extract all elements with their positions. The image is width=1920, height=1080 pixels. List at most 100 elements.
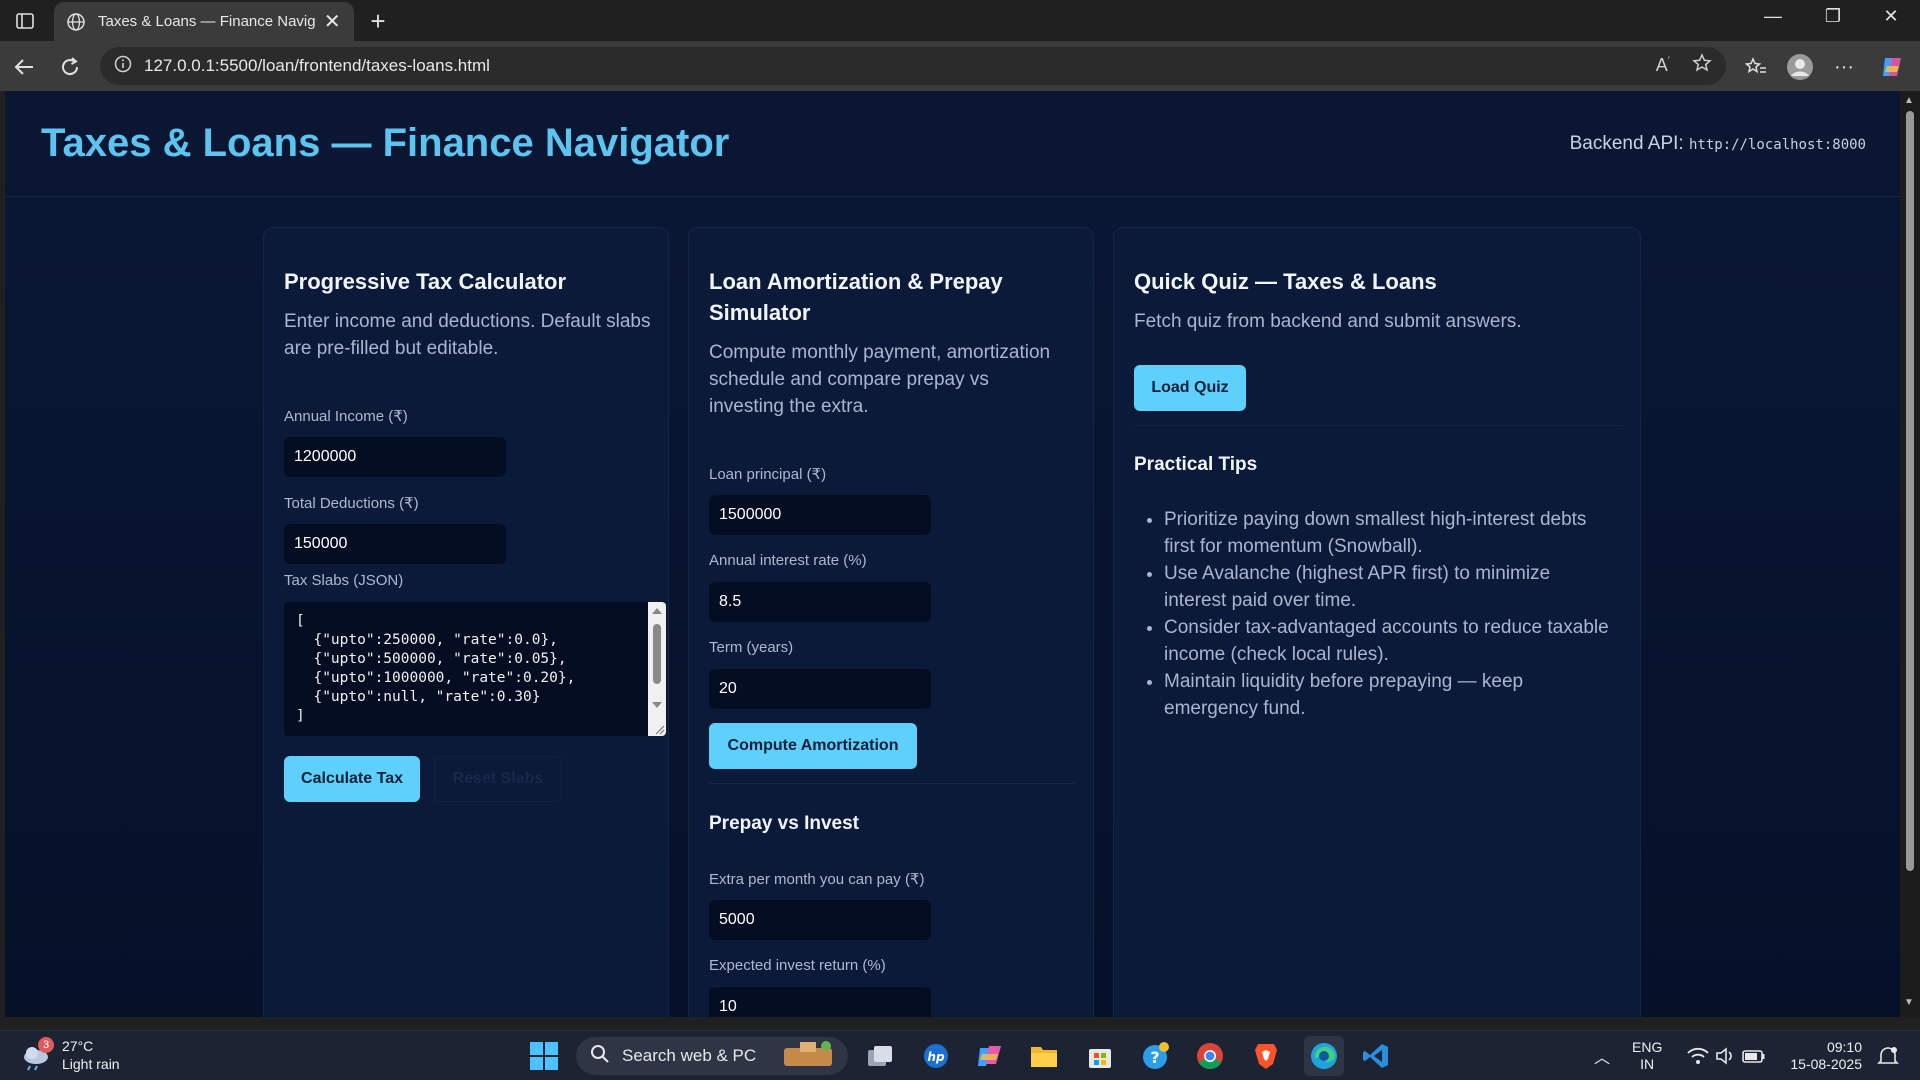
tip-item: Consider tax-advantaged accounts to redu… xyxy=(1164,614,1614,668)
restore-icon[interactable]: ❐ xyxy=(1808,6,1858,27)
load-quiz-button[interactable]: Load Quiz xyxy=(1134,365,1246,411)
taskbar-search[interactable]: Search web & PC xyxy=(576,1037,848,1075)
browser-toolbar: 127.0.0.1:5500/loan/frontend/taxes-loans… xyxy=(0,41,1920,91)
hp-app-icon[interactable]: hp xyxy=(920,1040,952,1072)
brave-browser-icon[interactable] xyxy=(1250,1040,1282,1072)
notification-icon[interactable] xyxy=(1872,1040,1904,1072)
deductions-label: Total Deductions (₹) xyxy=(284,495,419,512)
page-header: Taxes & Loans — Finance Navigator Backen… xyxy=(5,91,1900,197)
loan-simulator-card: Loan Amortization & Prepay Simulator Com… xyxy=(688,227,1094,1017)
refresh-icon[interactable] xyxy=(54,51,86,83)
task-view-icon[interactable] xyxy=(864,1040,896,1072)
copilot-icon[interactable] xyxy=(1876,51,1908,83)
temperature: 27°C xyxy=(62,1038,94,1054)
quiz-card-description: Fetch quiz from backend and submit answe… xyxy=(1134,311,1522,332)
deductions-input[interactable]: 150000 xyxy=(284,524,506,564)
edge-browser-icon[interactable] xyxy=(1304,1036,1344,1076)
invest-return-input[interactable]: 10 xyxy=(709,987,931,1017)
tip-item: Prioritize paying down smallest high-int… xyxy=(1164,506,1614,560)
tax-calculator-card: Progressive Tax Calculator Enter income … xyxy=(263,227,669,1017)
microsoft-store-icon[interactable] xyxy=(1084,1040,1116,1072)
back-icon[interactable] xyxy=(8,51,40,83)
quiz-card-heading: Quick Quiz — Taxes & Loans xyxy=(1134,269,1437,294)
tips-list: Prioritize paying down smallest high-int… xyxy=(1114,506,1614,722)
loan-card-heading: Loan Amortization & Prepay Simulator xyxy=(709,269,1003,325)
extra-payment-label: Extra per month you can pay (₹) xyxy=(709,871,925,888)
info-icon[interactable] xyxy=(114,55,132,78)
search-highlight-icon xyxy=(782,1040,834,1073)
browser-tab-active[interactable]: Taxes & Loans — Finance Navigat ✕ xyxy=(54,2,354,41)
page-title: Taxes & Loans — Finance Navigator xyxy=(41,121,730,165)
slabs-label: Tax Slabs (JSON) xyxy=(284,572,404,589)
favorites-icon[interactable] xyxy=(1740,51,1772,83)
windows-taskbar: 3 27°C Light rain Search web & PC hp ? ︿… xyxy=(0,1030,1920,1080)
search-placeholder: Search web & PC xyxy=(622,1046,757,1065)
principal-label: Loan principal (₹) xyxy=(709,466,827,483)
clock[interactable]: 09:10 15-08-2025 xyxy=(1786,1039,1862,1073)
page-scrollbar[interactable]: ▲ ▼ xyxy=(1900,91,1920,1017)
reset-slabs-button[interactable]: Reset Slabs xyxy=(434,756,562,802)
help-app-icon[interactable]: ? xyxy=(1140,1040,1172,1072)
loan-card-description: Compute monthly payment, amortization sc… xyxy=(709,342,1051,417)
chevron-up-icon[interactable]: ︿ xyxy=(1586,1040,1618,1072)
quiz-card: Quick Quiz — Taxes & Loans Fetch quiz fr… xyxy=(1113,227,1641,1017)
file-explorer-icon[interactable] xyxy=(1028,1040,1060,1072)
weather-condition: Light rain xyxy=(62,1056,120,1072)
chrome-icon[interactable] xyxy=(1194,1040,1226,1072)
search-icon xyxy=(590,1044,610,1069)
slabs-scrollbar[interactable] xyxy=(648,602,666,736)
tips-heading: Practical Tips xyxy=(1134,454,1258,475)
clock-date: 15-08-2025 xyxy=(1790,1056,1862,1072)
backend-url: http://localhost:8000 xyxy=(1688,137,1866,153)
more-options-icon[interactable]: ··· xyxy=(1828,51,1860,83)
rain-cloud-icon: 3 xyxy=(20,1037,54,1071)
language-code: ENG xyxy=(1632,1039,1663,1055)
prepay-heading: Prepay vs Invest xyxy=(709,813,859,834)
browser-tab-strip: Taxes & Loans — Finance Navigat ✕ + — ❐ … xyxy=(0,0,1920,41)
extra-payment-input[interactable]: 5000 xyxy=(709,900,931,940)
backend-label: Backend API: xyxy=(1569,133,1684,154)
weather-widget[interactable]: 3 27°C Light rain xyxy=(20,1037,120,1073)
section-divider xyxy=(1134,425,1622,426)
new-tab-icon[interactable]: + xyxy=(364,6,392,37)
region-code: IN xyxy=(1640,1056,1655,1072)
tax-card-heading: Progressive Tax Calculator xyxy=(284,269,567,294)
scroll-down-icon[interactable]: ▼ xyxy=(1904,997,1914,1008)
profile-avatar-icon[interactable] xyxy=(1784,51,1816,83)
tab-actions-icon[interactable] xyxy=(10,8,40,34)
backend-info: Backend API: http://localhost:8000 xyxy=(1570,133,1866,155)
battery-icon[interactable] xyxy=(1738,1040,1770,1072)
invest-return-label: Expected invest return (%) xyxy=(709,957,886,974)
language-indicator[interactable]: ENG IN xyxy=(1632,1039,1662,1073)
minimize-icon[interactable]: — xyxy=(1748,6,1798,27)
interest-rate-input[interactable]: 8.5 xyxy=(709,582,931,622)
term-input[interactable]: 20 xyxy=(709,669,931,709)
start-windows-icon[interactable] xyxy=(528,1040,560,1072)
slabs-textarea[interactable]: [ {"upto":250000, "rate":0.0}, {"upto":5… xyxy=(284,602,666,736)
close-tab-icon[interactable]: ✕ xyxy=(323,9,343,34)
calculate-tax-button[interactable]: Calculate Tax xyxy=(284,756,420,802)
scrollbar-thumb[interactable] xyxy=(1906,111,1914,871)
read-aloud-icon[interactable]: Aʼ xyxy=(1656,55,1670,76)
principal-input[interactable]: 1500000 xyxy=(709,495,931,535)
section-divider xyxy=(709,783,1075,784)
clock-time: 09:10 xyxy=(1826,1039,1862,1055)
tax-card-description: Enter income and deductions. Default sla… xyxy=(284,311,651,359)
svg-text:?: ? xyxy=(1150,1048,1159,1067)
address-bar[interactable]: 127.0.0.1:5500/loan/frontend/taxes-loans… xyxy=(100,47,1726,85)
scroll-up-icon[interactable]: ▲ xyxy=(1904,95,1914,106)
svg-text:hp: hp xyxy=(927,1050,945,1064)
term-label: Term (years) xyxy=(709,639,794,656)
close-window-icon[interactable]: ✕ xyxy=(1866,6,1916,27)
compute-amortization-button[interactable]: Compute Amortization xyxy=(709,723,917,769)
copilot-app-icon[interactable] xyxy=(974,1040,1006,1072)
income-label: Annual Income (₹) xyxy=(284,408,408,425)
url-text[interactable]: 127.0.0.1:5500/loan/frontend/taxes-loans… xyxy=(144,56,490,76)
vscode-icon[interactable] xyxy=(1360,1040,1392,1072)
weather-badge: 3 xyxy=(38,1037,54,1053)
tab-title: Taxes & Loans — Finance Navigat xyxy=(98,13,315,30)
income-input[interactable]: 1200000 xyxy=(284,437,506,477)
favorite-star-icon[interactable] xyxy=(1692,53,1712,78)
page-viewport: Taxes & Loans — Finance Navigator Backen… xyxy=(5,91,1900,1017)
tip-item: Maintain liquidity before prepaying — ke… xyxy=(1164,668,1614,722)
